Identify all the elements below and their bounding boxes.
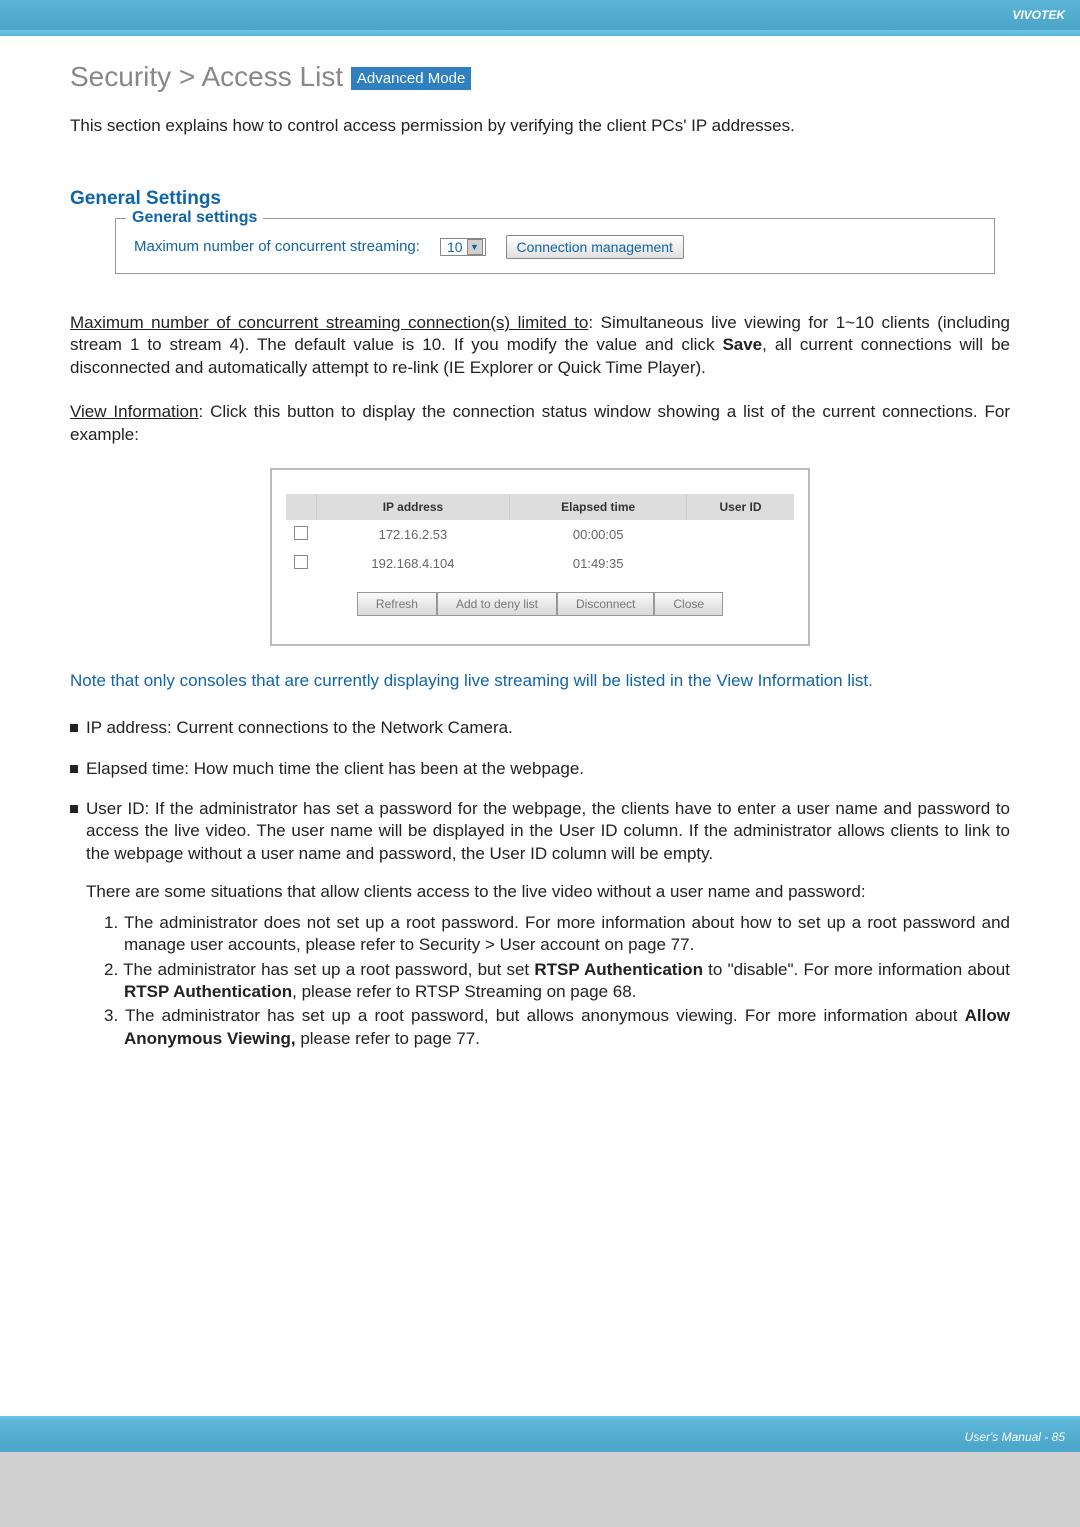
fieldset-legend: General settings [126,209,263,227]
row-checkbox[interactable] [294,526,308,540]
brand-label: VIVOTEK [1012,8,1065,22]
bullet-icon [70,724,78,732]
table-button-row: Refresh Add to deny list Disconnect Clos… [286,592,794,616]
refresh-button[interactable]: Refresh [357,592,437,616]
row-checkbox-cell [286,549,316,578]
cell-elapsed: 00:00:05 [510,520,687,549]
numbered-list: 1. The administrator does not set up a r… [86,912,1010,1051]
numbered-item-3: 3. The administrator has set up a root p… [104,1005,1010,1050]
general-settings-fieldset: General settings Maximum number of concu… [115,218,995,274]
view-information-paragraph: View Information: Click this button to d… [70,401,1010,446]
view-information-underline: View Information [70,402,198,421]
col-checkbox [286,494,316,520]
cell-ip: 192.168.4.104 [316,549,510,578]
table-row: 192.168.4.104 01:49:35 [286,549,794,578]
table-row: 172.16.2.53 00:00:05 [286,520,794,549]
connection-table: IP address Elapsed time User ID 172.16.2… [286,494,794,578]
col-elapsed-time: Elapsed time [510,494,687,520]
bullet-icon [70,765,78,773]
cell-elapsed: 01:49:35 [510,549,687,578]
fieldset-content: Maximum number of concurrent streaming: … [134,235,976,259]
row-checkbox-cell [286,520,316,549]
connection-management-button[interactable]: Connection management [506,235,684,259]
advanced-mode-badge: Advanced Mode [351,67,471,90]
max-connections-paragraph: Maximum number of concurrent streaming c… [70,312,1010,379]
bullet-user-id-content: User ID: If the administrator has set a … [86,798,1010,1052]
numbered-item-1: 1. The administrator does not set up a r… [104,912,1010,957]
general-settings-heading: General Settings [70,188,1010,210]
chevron-down-icon: ▼ [467,239,483,255]
bullet-icon [70,805,78,813]
concurrent-streaming-label: Maximum number of concurrent streaming: [134,238,420,255]
connection-status-window: IP address Elapsed time User ID 172.16.2… [270,468,810,646]
row-checkbox[interactable] [294,555,308,569]
page-title: Security > Access List Advanced Mode [70,61,1010,93]
title-text: Security > Access List [70,61,343,92]
col-user-id: User ID [687,494,795,520]
add-to-deny-list-button[interactable]: Add to deny list [437,592,557,616]
bullet-user-id: User ID: If the administrator has set a … [70,798,1010,1052]
bullet-ip-address: IP address: Current connections to the N… [70,717,1010,739]
numbered-item-2: 2. The administrator has set up a root p… [104,959,1010,1004]
cell-user [687,520,795,549]
note-paragraph: Note that only consoles that are current… [70,670,1010,693]
max-connections-underline: Maximum number of concurrent streaming c… [70,313,588,332]
close-button[interactable]: Close [654,592,723,616]
col-ip-address: IP address [316,494,510,520]
footer-bar: User's Manual - 85 [0,1422,1080,1452]
footer-page-label: User's Manual - 85 [965,1430,1065,1444]
disconnect-button[interactable]: Disconnect [557,592,654,616]
page-content: Security > Access List Advanced Mode Thi… [0,36,1080,1416]
intro-paragraph: This section explains how to control acc… [70,115,1010,138]
select-value: 10 [447,239,463,255]
bullet-elapsed-time: Elapsed time: How much time the client h… [70,758,1010,780]
situations-intro: There are some situations that allow cli… [86,881,1010,903]
concurrent-streaming-select[interactable]: 10 ▼ [440,238,486,256]
cell-user [687,549,795,578]
header-bar: VIVOTEK [0,0,1080,30]
cell-ip: 172.16.2.53 [316,520,510,549]
